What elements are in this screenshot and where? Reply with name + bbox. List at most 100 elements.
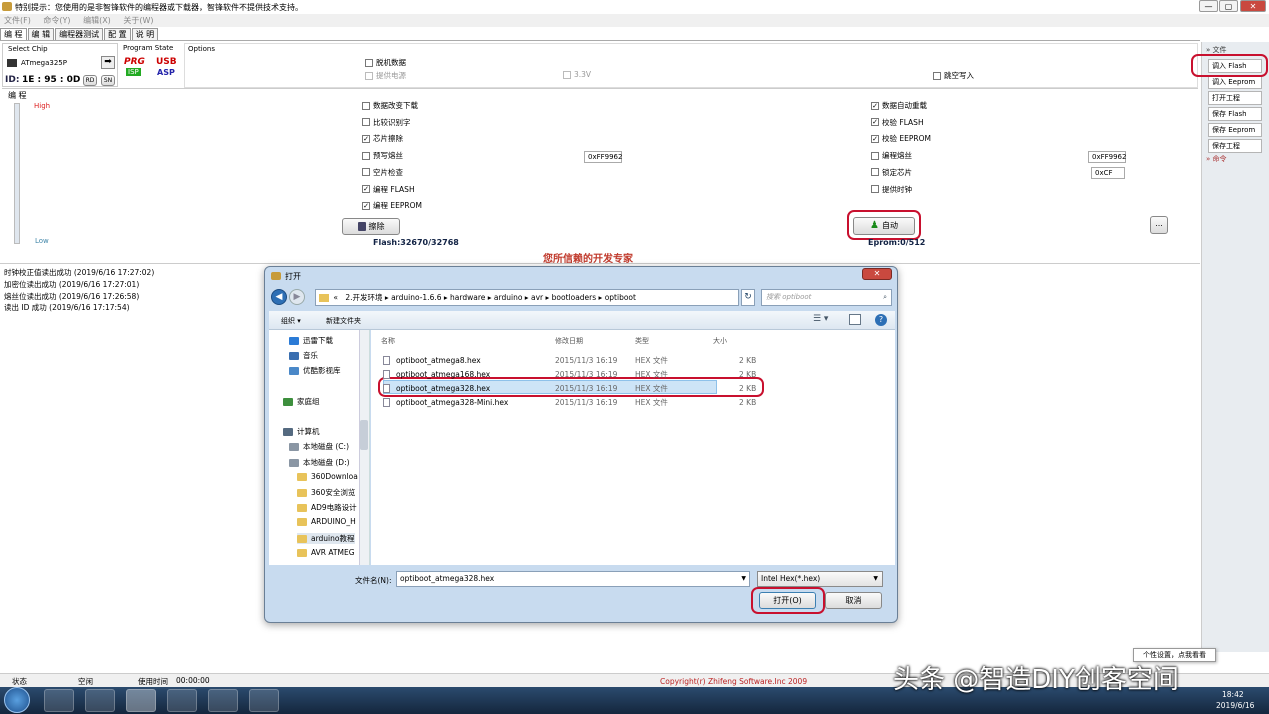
start-button[interactable]	[4, 687, 30, 713]
option-checkbox[interactable]: ✓ 校验 EEPROM	[871, 133, 931, 144]
menu-about[interactable]: 关于(W)	[123, 14, 153, 27]
breadcrumb-item[interactable]: optiboot	[605, 293, 636, 302]
nav-item[interactable]: arduino教程	[297, 533, 355, 544]
nav-item[interactable]: AVR ATMEG	[297, 548, 355, 557]
nav-item[interactable]: 迅雷下载	[289, 335, 333, 346]
speed-slider-track[interactable]	[14, 103, 20, 244]
offline-data-checkbox[interactable]: 脱机数据	[365, 57, 406, 68]
nav-item[interactable]: AD9电路设计	[297, 502, 357, 513]
option-checkbox[interactable]: ✓ 芯片擦除	[362, 133, 403, 144]
load-eeprom-button[interactable]: 调入 Eeprom	[1208, 75, 1262, 89]
search-input[interactable]: 搜索 optiboot ⌕	[761, 289, 892, 306]
nav-item[interactable]: 360安全浏览	[297, 487, 355, 498]
breadcrumb-item[interactable]: «	[333, 293, 338, 302]
dialog-close-button[interactable]: ✕	[862, 268, 892, 280]
breadcrumb-item[interactable]: arduino	[494, 293, 523, 302]
filename-input[interactable]: optiboot_atmega328.hex ▼	[396, 571, 750, 587]
nav-scroll-thumb[interactable]	[360, 420, 368, 450]
option-checkbox[interactable]: 提供时钟	[871, 184, 912, 195]
erase-button[interactable]: 擦除	[342, 218, 400, 235]
option-checkbox[interactable]: ✓ 编程 FLASH	[362, 184, 415, 195]
organize-button[interactable]: 组织 ▾	[281, 316, 301, 326]
menu-file[interactable]: 文件(F)	[4, 14, 31, 27]
save-eeprom-button[interactable]: 保存 Eeprom	[1208, 123, 1262, 137]
option-checkbox[interactable]: 比较识别字	[362, 117, 411, 128]
nav-item[interactable]: 优酷影视库	[289, 365, 341, 376]
nav-item[interactable]: 本地磁盘 (C:)	[289, 441, 349, 452]
programmer-app-icon[interactable]	[126, 689, 156, 712]
new-folder-button[interactable]: 新建文件夹	[326, 316, 361, 326]
nav-item[interactable]: 本地磁盘 (D:)	[289, 457, 350, 468]
forward-button[interactable]: ▶	[289, 289, 305, 305]
explorer-icon[interactable]	[208, 689, 238, 712]
open-button[interactable]: 打开(O)	[759, 592, 816, 609]
option-checkbox[interactable]: 数据改变下载	[362, 100, 418, 111]
lock-value-field[interactable]: 0xCF	[1091, 167, 1125, 179]
nav-item[interactable]: 音乐	[289, 350, 318, 361]
option-checkbox[interactable]: 编程熔丝	[871, 150, 912, 161]
breadcrumb[interactable]: « 2.开发环境 ▸ arduino-1.6.6 ▸ hardware ▸ ar…	[315, 289, 739, 306]
voltage-checkbox[interactable]: 3.3V	[563, 70, 591, 79]
file-row[interactable]: optiboot_atmega168.hex 2015/11/3 16:19 HEX…	[381, 368, 761, 381]
tab-edit[interactable]: 编 辑	[27, 28, 55, 40]
paint-icon[interactable]	[167, 689, 197, 712]
power-checkbox[interactable]: 提供电源	[365, 70, 406, 81]
breadcrumb-item[interactable]: hardware	[450, 293, 485, 302]
save-project-button[interactable]: 保存工程	[1208, 139, 1262, 153]
more-button[interactable]: ...	[1150, 216, 1168, 234]
help-icon[interactable]: ?	[875, 314, 887, 326]
nav-item[interactable]: ARDUINO_H	[297, 517, 356, 526]
fuse-right-field[interactable]: 0xFF9962	[1088, 151, 1126, 163]
nav-item[interactable]: 计算机	[283, 426, 320, 437]
column-date[interactable]: 修改日期	[555, 336, 583, 346]
minimize-button[interactable]: —	[1199, 0, 1218, 12]
file-row[interactable]: optiboot_atmega8.hex 2015/11/3 16:19 HEX 文…	[381, 354, 761, 367]
rd-button[interactable]: RD	[83, 75, 97, 86]
chip-select-arrow-button[interactable]: ➡	[101, 56, 115, 69]
column-size[interactable]: 大小	[713, 336, 727, 346]
breadcrumb-item[interactable]: 2.开发环境	[345, 293, 382, 302]
checkbox-box	[871, 168, 879, 177]
app-icon[interactable]	[249, 689, 279, 712]
fuse-left-field[interactable]: 0xFF9962	[584, 151, 622, 163]
tab-config[interactable]: 配 置	[104, 28, 131, 40]
skip-empty-checkbox[interactable]: 跳空写入	[933, 70, 974, 81]
sn-button[interactable]: SN	[101, 75, 115, 86]
column-type[interactable]: 类型	[635, 336, 649, 346]
column-name[interactable]: 名称	[381, 336, 395, 346]
tab-test[interactable]: 编程器测试	[55, 28, 104, 40]
file-row[interactable]: optiboot_atmega328.hex 2015/11/3 16:19 HEX…	[381, 382, 761, 395]
option-checkbox[interactable]: 空片检查	[362, 167, 403, 178]
cancel-button[interactable]: 取消	[825, 592, 882, 609]
tab-program[interactable]: 编 程	[0, 28, 27, 40]
close-button[interactable]: ✕	[1240, 0, 1266, 12]
chip-name[interactable]: ATmega325P	[21, 59, 67, 67]
option-checkbox[interactable]: ✓ 编程 EEPROM	[362, 200, 422, 211]
option-checkbox[interactable]: 预写熔丝	[362, 150, 403, 161]
back-button[interactable]: ◀	[271, 289, 287, 305]
view-options-icon[interactable]: ☰ ▾	[813, 314, 828, 324]
file-type-select[interactable]: Intel Hex(*.hex) ▼	[757, 571, 883, 587]
word-icon[interactable]	[85, 689, 115, 712]
nav-item[interactable]: 360Downloa	[297, 472, 358, 481]
preview-pane-icon[interactable]	[849, 314, 861, 325]
load-flash-button[interactable]: 调入 Flash	[1208, 59, 1262, 73]
open-project-button[interactable]: 打开工程	[1208, 91, 1262, 105]
file-row[interactable]: optiboot_atmega328-Mini.hex 2015/11/3 16:…	[381, 396, 761, 409]
nav-item[interactable]: 家庭组	[283, 396, 320, 407]
maximize-button[interactable]: ▢	[1219, 0, 1238, 12]
breadcrumb-item[interactable]: avr	[531, 293, 543, 302]
menu-edit[interactable]: 编辑(X)	[83, 14, 111, 27]
option-checkbox[interactable]: 锁定芯片	[871, 167, 912, 178]
browser-icon[interactable]	[44, 689, 74, 712]
tab-help[interactable]: 说 明	[131, 28, 159, 40]
option-checkbox[interactable]: ✓ 数据自动重载	[871, 100, 927, 111]
menu-command[interactable]: 命令(Y)	[43, 14, 70, 27]
breadcrumb-item[interactable]: arduino-1.6.6	[391, 293, 441, 302]
dialog-icon	[271, 272, 281, 280]
save-flash-button[interactable]: 保存 Flash	[1208, 107, 1262, 121]
option-checkbox[interactable]: ✓ 校验 FLASH	[871, 117, 924, 128]
breadcrumb-item[interactable]: bootloaders	[552, 293, 597, 302]
auto-button[interactable]: ♟ 自动	[853, 217, 915, 235]
refresh-icon[interactable]: ↻	[741, 289, 755, 306]
